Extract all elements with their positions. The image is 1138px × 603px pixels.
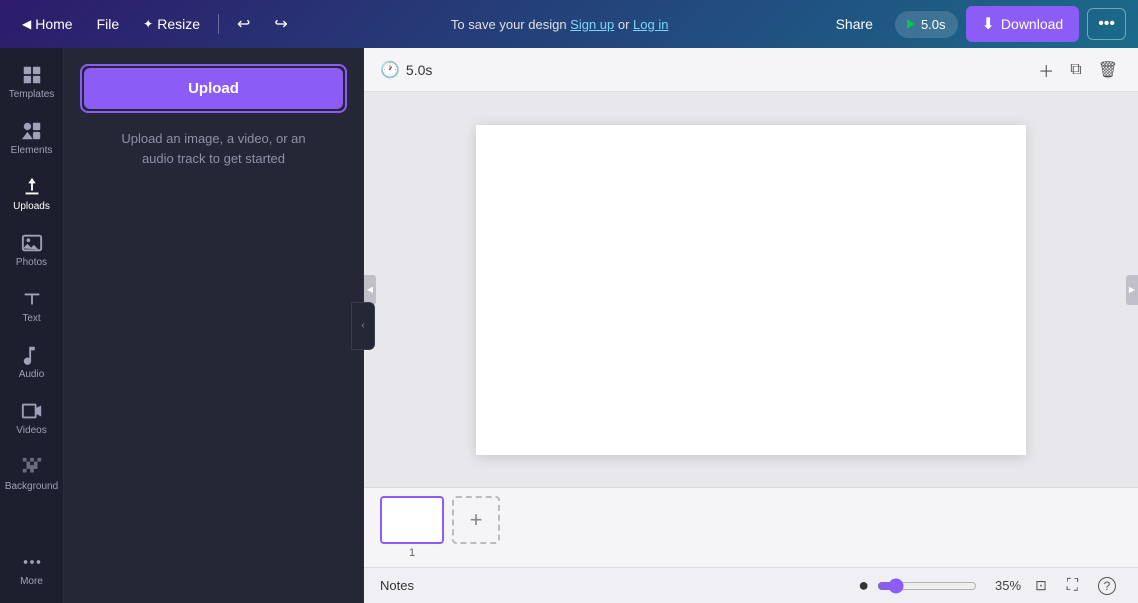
photos-label: Photos	[16, 257, 47, 268]
sidebar-item-uploads[interactable]: Uploads	[4, 168, 60, 220]
videos-icon	[21, 400, 43, 422]
more-options-button[interactable]: •••	[1087, 8, 1126, 40]
background-icon	[21, 456, 43, 478]
download-button[interactable]: ⬇ Download	[966, 6, 1080, 42]
upload-button-wrapper: Upload	[80, 64, 347, 113]
sidebar-item-text[interactable]: Text	[4, 280, 60, 332]
play-icon	[907, 19, 915, 29]
uploads-icon	[21, 176, 43, 198]
elements-icon	[21, 120, 43, 142]
clock-icon: 🕐	[380, 60, 400, 80]
icon-sidebar: Templates Elements Uploads Photo	[0, 48, 64, 603]
canvas-area: 🕐 5.0s ＋ ⧉ 🗑 ◀ ▶	[364, 48, 1138, 603]
videos-label: Videos	[16, 425, 46, 436]
sidebar-item-background[interactable]: Background	[4, 448, 60, 500]
redo-button[interactable]: ↪	[264, 10, 297, 38]
page-1-number: 1	[409, 547, 415, 559]
home-label: Home	[35, 16, 72, 32]
more-icon: •••	[1098, 15, 1115, 32]
or-text: or	[618, 17, 633, 32]
delete-icon: 🗑	[1098, 60, 1118, 80]
home-button[interactable]: ◀ Home	[12, 12, 83, 36]
copy-icon: ⧉	[1070, 61, 1081, 79]
footer-left: Notes	[380, 578, 414, 593]
add-page-button[interactable]: +	[452, 496, 500, 544]
uploads-panel: Upload Upload an image, a video, or anau…	[64, 48, 364, 603]
file-label: File	[97, 16, 120, 32]
sidebar-item-more[interactable]: More	[4, 543, 60, 595]
more-icon	[21, 551, 43, 573]
background-label: Background	[5, 481, 58, 492]
file-button[interactable]: File	[87, 12, 130, 36]
more-label: More	[20, 576, 43, 587]
elements-label: Elements	[11, 145, 53, 156]
timer-badge: 🕐 5.0s	[380, 60, 432, 80]
audio-label: Audio	[19, 369, 45, 380]
help-button[interactable]: ?	[1092, 574, 1122, 598]
templates-icon	[21, 64, 43, 86]
sidebar-item-elements[interactable]: Elements	[4, 112, 60, 164]
text-label: Text	[22, 313, 40, 324]
nav-center-text: To save your design Sign up or Log in	[302, 17, 818, 32]
login-link[interactable]: Log in	[633, 17, 668, 32]
audio-icon	[21, 344, 43, 366]
play-button[interactable]: 5.0s	[895, 11, 958, 38]
page-1-col: 1	[380, 496, 444, 559]
sidebar-item-photos[interactable]: Photos	[4, 224, 60, 276]
sidebar-item-videos[interactable]: Videos	[4, 392, 60, 444]
resize-button[interactable]: ✦ Resize	[133, 12, 210, 36]
footer-bar: Notes ● 35% ⊡ ⛶ ?	[364, 567, 1138, 603]
page-1-thumb[interactable]	[380, 496, 444, 544]
undo-button[interactable]: ↩	[227, 10, 260, 38]
top-nav: ◀ Home File ✦ Resize ↩ ↪ To save your de…	[0, 0, 1138, 48]
canvas-delete-button[interactable]: 🗑	[1094, 54, 1122, 86]
sidebar-item-audio[interactable]: Audio	[4, 336, 60, 388]
templates-label: Templates	[9, 89, 55, 100]
scroll-left-arrow[interactable]: ◀	[364, 275, 376, 305]
save-prompt-text: To save your design	[451, 17, 570, 32]
panel-collapse-button[interactable]: ‹	[351, 302, 375, 350]
nav-divider	[218, 14, 219, 34]
uploads-label: Uploads	[13, 201, 50, 212]
canvas-viewport[interactable]: ◀ ▶	[364, 92, 1138, 487]
upload-button[interactable]: Upload	[84, 68, 343, 109]
sidebar-item-templates[interactable]: Templates	[4, 56, 60, 108]
zoom-slider[interactable]	[877, 578, 977, 594]
canvas-add-button[interactable]: ＋	[1034, 54, 1058, 86]
canvas-toolbar: 🕐 5.0s ＋ ⧉ 🗑	[364, 48, 1138, 92]
nav-right: Share 5.0s ⬇ Download •••	[822, 6, 1126, 42]
scroll-right-arrow[interactable]: ▶	[1126, 275, 1138, 305]
add-page-icon: +	[470, 507, 483, 533]
canvas-toolbar-right: ＋ ⧉ 🗑	[1034, 54, 1122, 86]
fit-icon: ⊡	[1035, 577, 1047, 594]
signup-link[interactable]: Sign up	[570, 17, 614, 32]
share-label: Share	[836, 16, 873, 32]
main-layout: Templates Elements Uploads Photo	[0, 48, 1138, 603]
download-label: Download	[1001, 16, 1063, 32]
canvas-bottom: 1 +	[364, 487, 1138, 567]
fullscreen-button[interactable]: ⛶	[1061, 574, 1084, 598]
add-icon: ＋	[1038, 58, 1054, 82]
zoom-percent: 35%	[985, 578, 1021, 593]
collapse-icon: ‹	[361, 320, 364, 331]
notes-label: Notes	[380, 578, 414, 593]
fit-to-screen-button[interactable]: ⊡	[1029, 574, 1053, 597]
canvas-duration: 5.0s	[406, 62, 432, 78]
play-duration: 5.0s	[921, 17, 946, 32]
resize-label: Resize	[157, 16, 200, 32]
download-icon: ⬇	[982, 14, 995, 34]
zoom-dot: ●	[858, 575, 869, 596]
help-icon: ?	[1098, 577, 1116, 595]
footer-right: ● 35% ⊡ ⛶ ?	[858, 574, 1122, 598]
text-icon	[21, 288, 43, 310]
fullscreen-icon: ⛶	[1067, 577, 1078, 595]
upload-hint: Upload an image, a video, or anaudio tra…	[121, 129, 305, 168]
share-button[interactable]: Share	[822, 10, 887, 38]
canvas-copy-button[interactable]: ⧉	[1066, 54, 1085, 86]
upload-label: Upload	[188, 80, 239, 97]
photos-icon	[21, 232, 43, 254]
design-canvas	[476, 125, 1026, 455]
